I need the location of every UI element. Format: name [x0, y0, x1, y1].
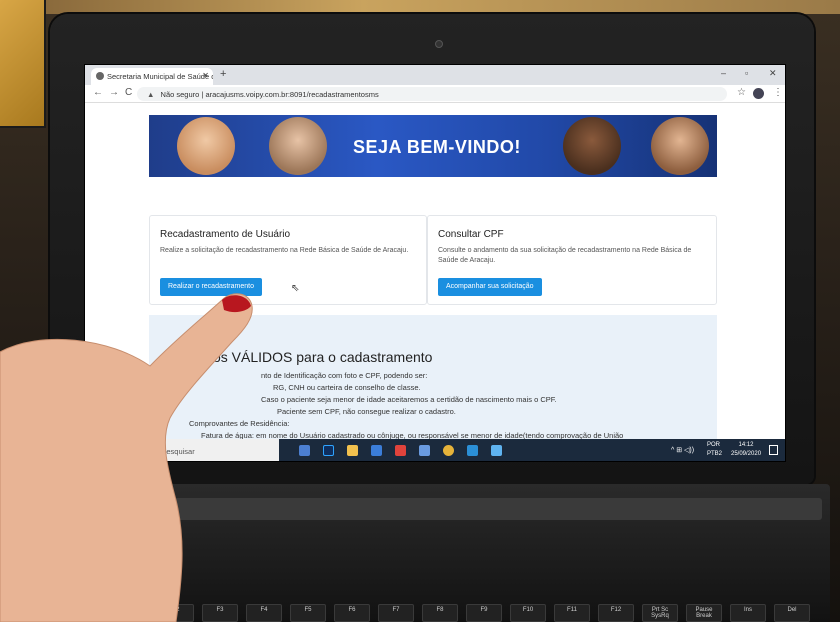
keyboard-key[interactable]: Prt Sc SysRq [642, 604, 678, 622]
web-page: SEJA BEM-VINDO! Recadastramento de Usuár… [85, 103, 785, 439]
keyboard-key[interactable]: F8 [422, 604, 458, 622]
list-item: Caso o paciente seja menor de idade acei… [261, 395, 557, 404]
list-item: Comprovantes de Residência: [189, 419, 290, 428]
acrobat-icon[interactable] [395, 445, 406, 456]
card-text: Consulte o andamento da sua solicitação … [438, 247, 692, 264]
card-title: Consultar CPF [438, 229, 504, 240]
mouse-cursor-icon: ⇖ [291, 283, 300, 294]
documents-title: os VÁLIDOS para o cadastramento [213, 349, 433, 365]
close-window-button[interactable]: ✕ [769, 68, 777, 79]
chrome-icon[interactable] [443, 445, 454, 456]
file-explorer-icon[interactable] [347, 445, 358, 456]
bookmark-star-icon[interactable]: ☆ [737, 87, 746, 98]
minimize-button[interactable]: – [721, 68, 726, 78]
browser-tab-bar: Secretaria Municipal de Saúde d ✕ + – ▫ … [85, 65, 785, 85]
new-tab-button[interactable]: + [220, 68, 226, 80]
browser-toolbar: ← → C ▲ Não seguro | aracajusms.voipy.co… [85, 85, 785, 103]
browser-tab[interactable]: Secretaria Municipal de Saúde d ✕ [91, 68, 213, 85]
maximize-button[interactable]: ▫ [745, 68, 748, 78]
keyboard-key[interactable]: F6 [334, 604, 370, 622]
keyboard-key[interactable]: F7 [378, 604, 414, 622]
taskbar-clock[interactable]: 14:12 25/09/2020 [731, 441, 761, 459]
windows-taskbar: qui para pesquisar ^ ⊞ ◁)) POR PTB2 14:1… [85, 439, 785, 461]
keyboard-key[interactable]: F2 [158, 604, 194, 622]
keyboard-key[interactable]: F5 [290, 604, 326, 622]
keyboard-key[interactable]: F9 [466, 604, 502, 622]
clock-date: 25/09/2020 [731, 451, 762, 457]
app-icon[interactable] [467, 445, 478, 456]
documents-section: os VÁLIDOS para o cadastramento nto de I… [149, 315, 717, 439]
language-code: POR [707, 442, 721, 448]
keyboard-key[interactable]: Pause Break [686, 604, 722, 622]
card-text: Realize a solicitação de recadastramento… [160, 247, 409, 254]
url-text: aracajusms.voipy.com.br:8091/recadastram… [205, 90, 379, 99]
photo-scene: Secretaria Municipal de Saúde d ✕ + – ▫ … [0, 0, 840, 622]
elderly-man-photo [269, 117, 327, 175]
taskbar-search[interactable]: qui para pesquisar [85, 439, 279, 461]
keyboard-key[interactable]: F10 [510, 604, 546, 622]
favicon-icon [96, 72, 104, 80]
reload-button[interactable]: C [125, 87, 132, 98]
language-indicator[interactable]: POR PTB2 [707, 441, 722, 459]
consultar-cpf-card: Consultar CPF Consulte o andamento da su… [427, 215, 717, 305]
laptop-hinge [42, 498, 822, 520]
list-item: Fatura de água: em nome do Usuário cadas… [201, 431, 624, 439]
security-label: Não seguro [160, 90, 200, 99]
back-button[interactable]: ← [93, 87, 103, 98]
webcam-icon [435, 40, 443, 48]
banner-title: SEJA BEM-VINDO! [353, 137, 521, 157]
notification-icon[interactable] [769, 445, 778, 455]
laptop-screen: Secretaria Municipal de Saúde d ✕ + – ▫ … [84, 64, 786, 462]
corner-photo-inset [0, 0, 46, 128]
man-photo [651, 117, 709, 175]
address-bar[interactable]: ▲ Não seguro | aracajusms.voipy.com.br:8… [137, 87, 727, 101]
warning-icon: ▲ [147, 90, 155, 99]
photoshop-icon[interactable] [323, 445, 334, 456]
system-tray[interactable]: ^ ⊞ ◁)) [671, 446, 694, 454]
app-icon[interactable] [491, 445, 502, 456]
store-icon[interactable] [371, 445, 382, 456]
list-item: RG, CNH ou carteira de conselho de class… [273, 383, 421, 392]
keyboard-key[interactable]: F4 [246, 604, 282, 622]
close-tab-icon[interactable]: ✕ [202, 71, 209, 80]
keyboard-key[interactable]: F12 [598, 604, 634, 622]
keyboard-layout: PTB2 [707, 451, 723, 457]
recadastramento-card: Recadastramento de Usuário Realize a sol… [149, 215, 427, 305]
acompanhar-solicitacao-button[interactable]: Acompanhar sua solicitação [438, 278, 542, 296]
forward-button[interactable]: → [109, 87, 119, 98]
woman-photo [563, 117, 621, 175]
tab-title: Secretaria Municipal de Saúde d [107, 72, 213, 81]
keyboard-key[interactable]: Del [774, 604, 810, 622]
wooden-table-edge [46, 0, 840, 14]
task-view-icon[interactable] [299, 445, 310, 456]
card-title: Recadastramento de Usuário [160, 229, 291, 240]
realizar-recadastramento-button[interactable]: Realizar o recadastramento [160, 278, 262, 296]
list-item: nto de Identificação com foto e CPF, pod… [261, 371, 428, 380]
keyboard-key[interactable]: Ins [730, 604, 766, 622]
list-item: Paciente sem CPF, não consegue realizar … [277, 407, 456, 416]
keyboard-function-row: Esc F1 F2 F3 F4 F5 F6 F7 F8 F9 F10 F11 F12 Prt Sc Sys… [70, 604, 820, 622]
browser-menu-icon[interactable]: ⋮ [773, 87, 783, 98]
clock-time: 14:12 [738, 442, 754, 448]
keyboard-key[interactable]: F11 [554, 604, 590, 622]
welcome-banner: SEJA BEM-VINDO! [149, 115, 717, 177]
keyboard-key[interactable]: F3 [202, 604, 238, 622]
keyboard-key[interactable]: Esc [70, 604, 106, 622]
child-photo [177, 117, 235, 175]
word-icon[interactable] [419, 445, 430, 456]
profile-avatar[interactable] [753, 88, 764, 99]
keyboard-key[interactable]: F1 [114, 604, 150, 622]
